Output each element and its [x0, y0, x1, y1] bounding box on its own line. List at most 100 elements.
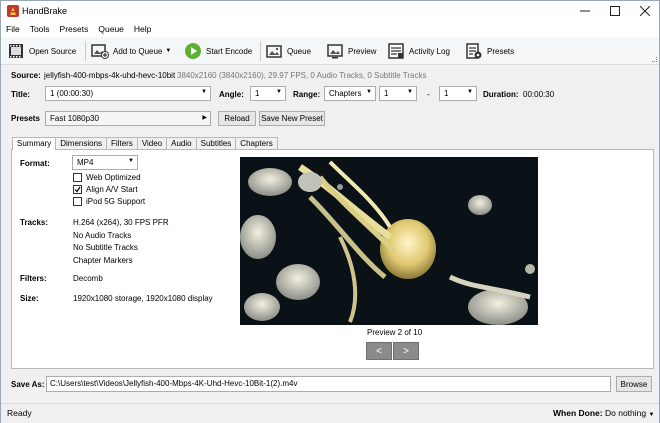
- toolbar: Open Source Add to Queue ▼ Start Encode: [1, 37, 659, 65]
- duration-value: 00:00:30: [523, 90, 555, 99]
- tab-subtitles[interactable]: Subtitles: [195, 137, 237, 149]
- preview-button[interactable]: Preview: [326, 40, 376, 62]
- tab-chapters[interactable]: Chapters: [235, 137, 278, 149]
- preset-selector[interactable]: Fast 1080p30 ▶: [45, 111, 211, 126]
- duration-label: Duration:: [483, 90, 519, 99]
- menu-tools[interactable]: Tools: [25, 24, 55, 34]
- menu-file[interactable]: File: [1, 24, 25, 34]
- reload-button[interactable]: Reload: [218, 111, 256, 126]
- film-icon: [9, 44, 23, 58]
- chevron-right-icon: ▶: [202, 115, 207, 121]
- start-encode-label: Start Encode: [206, 46, 253, 56]
- when-done-value: Do nothing: [605, 408, 647, 418]
- range-end-value: 1: [444, 89, 449, 98]
- preview-caption: Preview 2 of 10: [367, 328, 423, 337]
- web-optimized-checkbox[interactable]: [73, 173, 82, 182]
- handbrake-logo-icon: [7, 5, 19, 17]
- queue-button[interactable]: Queue: [265, 40, 311, 62]
- add-to-queue-label: Add to Queue: [113, 46, 163, 56]
- checkmark-icon: [74, 186, 81, 193]
- play-icon: [185, 43, 201, 59]
- preview-next-button[interactable]: >: [393, 342, 419, 360]
- format-select[interactable]: MP4 ▼: [72, 155, 138, 170]
- tab-audio[interactable]: Audio: [166, 137, 197, 149]
- range-start-select[interactable]: 1 ▼: [379, 86, 417, 101]
- track-item: No Audio Tracks: [73, 231, 132, 240]
- queue-label: Queue: [287, 46, 312, 56]
- activity-log-label: Activity Log: [409, 46, 450, 56]
- tab-dimensions[interactable]: Dimensions: [55, 137, 108, 149]
- web-optimized-label: Web Optimized: [86, 173, 141, 182]
- activity-log-button[interactable]: Activity Log: [387, 40, 450, 62]
- queue-icon: [266, 45, 282, 58]
- menu-presets[interactable]: Presets: [55, 24, 94, 34]
- source-label: Source:: [11, 71, 41, 80]
- chevron-down-icon: ▼: [467, 89, 473, 95]
- save-as-label: Save As:: [11, 380, 45, 389]
- app-window: HandBrake File Tools Presets Queue Help: [0, 0, 660, 423]
- range-dash: -: [427, 90, 430, 99]
- format-value: MP4: [77, 158, 94, 167]
- presets-button[interactable]: Presets: [465, 40, 514, 62]
- range-type-value: Chapters: [329, 89, 362, 98]
- chevron-down-icon: ▼: [128, 158, 134, 164]
- open-source-button[interactable]: Open Source: [7, 40, 76, 62]
- track-item: H.264 (x264), 30 FPS PFR: [73, 218, 169, 227]
- preset-value: Fast 1080p30: [50, 114, 99, 123]
- tab-filters[interactable]: Filters: [106, 137, 138, 149]
- preview-prev-button[interactable]: <: [366, 342, 392, 360]
- menu-bar: File Tools Presets Queue Help: [1, 21, 659, 37]
- open-source-label: Open Source: [29, 46, 77, 56]
- close-icon: [640, 6, 650, 16]
- filters-label: Filters:: [20, 274, 47, 283]
- menu-queue[interactable]: Queue: [93, 24, 129, 34]
- add-queue-icon: [91, 44, 109, 59]
- tab-video[interactable]: Video: [136, 137, 168, 149]
- toolbar-separator: [260, 41, 261, 61]
- angle-select[interactable]: 1 ▼: [250, 86, 286, 101]
- menu-help[interactable]: Help: [129, 24, 156, 34]
- when-done-dropdown[interactable]: Do nothing ▼: [605, 408, 654, 418]
- source-name: jellyfish-400-mbps-4k-uhd-hevc-10bit: [44, 71, 176, 80]
- title-select-value: 1 (00:00:30): [50, 89, 94, 98]
- range-end-select[interactable]: 1 ▼: [439, 86, 477, 101]
- when-done-label: When Done:: [553, 408, 603, 418]
- range-start-value: 1: [384, 89, 389, 98]
- range-type-select[interactable]: Chapters ▼: [324, 86, 376, 101]
- presets-icon: [466, 43, 482, 59]
- format-label: Format:: [20, 159, 50, 168]
- ipod-support-label: iPod 5G Support: [86, 197, 146, 206]
- range-label: Range:: [293, 90, 321, 99]
- presets-row-label: Presets: [11, 114, 40, 123]
- chevron-down-icon: ▼: [407, 89, 413, 95]
- browse-button[interactable]: Browse: [616, 376, 652, 392]
- title-select[interactable]: 1 (00:00:30) ▼: [45, 86, 211, 101]
- presets-label: Presets: [487, 46, 515, 56]
- jellyfish-image: [240, 157, 538, 325]
- add-to-queue-button[interactable]: Add to Queue ▼: [91, 40, 171, 62]
- preview-image: [240, 157, 538, 325]
- angle-label: Angle:: [219, 90, 244, 99]
- source-details: 3840x2160 (3840x2160), 29.97 FPS, 0 Audi…: [177, 71, 427, 80]
- save-path-input[interactable]: C:\Users\test\Videos\Jellyfish-400-Mbps-…: [46, 376, 611, 392]
- activity-log-icon: [388, 43, 404, 59]
- ipod-support-checkbox[interactable]: [73, 197, 82, 206]
- angle-select-value: 1: [255, 89, 260, 98]
- tab-summary[interactable]: Summary: [12, 137, 57, 150]
- maximize-icon: [610, 6, 620, 16]
- tracks-label: Tracks:: [20, 218, 49, 227]
- track-item: Chapter Markers: [73, 256, 133, 265]
- chevron-down-icon[interactable]: ▼: [165, 48, 171, 54]
- size-value: 1920x1080 storage, 1920x1080 display: [73, 294, 213, 303]
- close-button[interactable]: [627, 1, 660, 21]
- window-title: HandBrake: [22, 6, 68, 16]
- chevron-down-icon: ▼: [648, 412, 655, 418]
- minimize-icon: [580, 10, 590, 12]
- toolbar-separator: [85, 41, 86, 61]
- start-encode-button[interactable]: Start Encode: [184, 40, 252, 62]
- align-av-checkbox[interactable]: [73, 185, 82, 194]
- title-bar: HandBrake: [1, 1, 659, 21]
- align-av-label: Align A/V Start: [86, 185, 138, 194]
- toolbar-overflow-grip: [652, 57, 657, 62]
- save-new-preset-button[interactable]: Save New Preset: [259, 111, 325, 126]
